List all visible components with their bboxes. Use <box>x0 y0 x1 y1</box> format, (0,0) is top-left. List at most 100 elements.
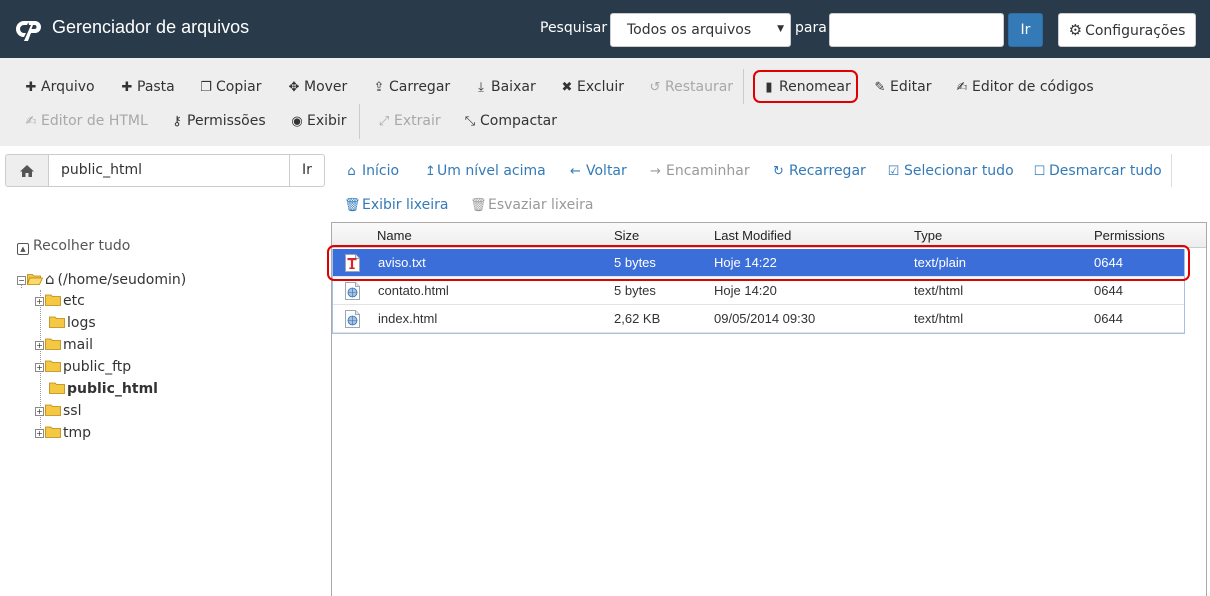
tree-root-label: (/home/seudomin) <box>57 272 187 288</box>
copy-button[interactable]: ❐ Copiar <box>199 77 261 97</box>
compress-icon: ⤡ <box>464 114 476 129</box>
tree-item-etc[interactable]: + etc <box>35 291 85 311</box>
code-editor-button[interactable]: ✍ Editor de códigos <box>955 77 1094 97</box>
view-trash-link[interactable]: 🗑Exibir lixeira <box>344 195 448 215</box>
folder-icon <box>45 404 61 416</box>
path-input[interactable]: public_html <box>48 154 290 187</box>
move-button[interactable]: ✥ Mover <box>287 77 348 97</box>
deselect-all-label: Desmarcar tudo <box>1049 163 1162 179</box>
expand-node-icon[interactable]: + <box>35 341 44 350</box>
column-header-name[interactable]: Name <box>377 228 412 243</box>
search-label: Pesquisar <box>540 20 608 36</box>
edit-icon: ✍ <box>956 80 968 95</box>
tree-item-label: tmp <box>63 425 92 441</box>
search-input[interactable] <box>829 13 1004 47</box>
download-icon: ⤓ <box>478 80 484 95</box>
search-go-button[interactable]: Ir <box>1008 13 1043 47</box>
upload-label: Carregar <box>389 79 451 95</box>
upload-icon: ⇪ <box>373 80 385 95</box>
upload-button[interactable]: ⇪ Carregar <box>372 77 451 97</box>
select-all-label: Selecionar tudo <box>904 163 1014 179</box>
plus-icon: ✚ <box>121 80 133 95</box>
search-scope-select[interactable]: Todos os arquivos ▼ <box>610 13 791 47</box>
expand-node-icon[interactable]: + <box>35 363 44 372</box>
select-all-link[interactable]: ☑ Selecionar tudo <box>886 161 1014 181</box>
extract-button[interactable]: ⤢ Extrair <box>377 111 441 131</box>
folder-open-icon <box>27 274 43 285</box>
edit-icon: ✍ <box>25 114 37 129</box>
column-header-modified[interactable]: Last Modified <box>714 228 791 243</box>
tree-item-label: logs <box>67 315 96 331</box>
nav-reload-label: Recarregar <box>789 163 866 179</box>
tree-item-tmp[interactable]: + tmp <box>35 423 91 443</box>
column-header-size[interactable]: Size <box>614 228 639 243</box>
new-folder-button[interactable]: ✚ Pasta <box>120 77 175 97</box>
download-button[interactable]: ⤓ Baixar <box>474 77 536 97</box>
tree-item-logs[interactable]: logs <box>49 313 96 333</box>
tree-item-label: public_ftp <box>63 359 132 375</box>
delete-label: Excluir <box>577 79 624 95</box>
app-title: Gerenciador de arquivos <box>52 17 250 37</box>
column-header-permissions[interactable]: Permissions <box>1094 228 1165 243</box>
new-file-button[interactable]: ✚ Arquivo <box>24 77 95 97</box>
pencil-icon: ✎ <box>874 80 886 95</box>
tree-item-mail[interactable]: + mail <box>35 335 93 355</box>
tree-item-public-html[interactable]: public_html <box>49 379 158 399</box>
expand-node-icon[interactable]: + <box>35 297 44 306</box>
view-trash-label: Exibir lixeira <box>362 197 449 213</box>
checkbox-checked-icon: ☑ <box>887 164 900 179</box>
collapse-icon: ▲ <box>17 243 29 255</box>
nav-home-label: Início <box>362 163 400 179</box>
nav-up-link[interactable]: ↥Um nível acima <box>425 161 546 181</box>
level-up-icon: ↥ <box>425 164 436 179</box>
refresh-icon: ↻ <box>773 164 784 179</box>
restore-label: Restaurar <box>665 79 734 95</box>
nav-up-label: Um nível acima <box>437 163 546 179</box>
nav-forward-link[interactable]: → Encaminhar <box>648 161 750 181</box>
permissions-button[interactable]: ⚷ Permissões <box>170 111 265 131</box>
tree-item-ssl[interactable]: + ssl <box>35 401 81 421</box>
key-icon: ⚷ <box>172 114 182 129</box>
download-label: Baixar <box>491 79 536 95</box>
delete-button[interactable]: ✖ Excluir <box>560 77 624 97</box>
new-file-label: Arquivo <box>41 79 95 95</box>
tree-item-public-ftp[interactable]: + public_ftp <box>35 357 131 377</box>
restore-button[interactable]: ↺ Restaurar <box>648 77 734 97</box>
empty-trash-link[interactable]: 🗑Esvaziar lixeira <box>470 195 594 215</box>
gear-icon: ⚙ <box>1068 21 1083 39</box>
tree-item-label: etc <box>63 293 85 309</box>
folder-icon <box>45 294 61 306</box>
tree-root[interactable]: − ⌂ (/home/seudomin) <box>17 269 186 289</box>
eye-icon: ◉ <box>291 114 303 129</box>
settings-button[interactable]: ⚙ Configurações <box>1058 13 1196 47</box>
trash-icon: 🗑 <box>470 198 487 213</box>
nav-back-label: Voltar <box>586 163 627 179</box>
top-header: Gerenciador de arquivos Pesquisar Todos … <box>0 0 1210 58</box>
rename-highlight <box>753 70 858 103</box>
expand-node-icon[interactable]: + <box>35 429 44 438</box>
folder-icon <box>45 338 61 350</box>
edit-button[interactable]: ✎ Editar <box>873 77 932 97</box>
arrow-right-icon: → <box>650 164 661 179</box>
path-home-button[interactable] <box>5 154 49 187</box>
collapse-node-icon[interactable]: − <box>17 276 26 285</box>
path-go-button[interactable]: Ir <box>289 154 325 187</box>
nav-back-link[interactable]: ← Voltar <box>568 161 627 181</box>
arrow-left-icon: ← <box>570 164 581 179</box>
deselect-all-link[interactable]: ☐ Desmarcar tudo <box>1033 161 1162 181</box>
compress-button[interactable]: ⤡ Compactar <box>463 111 557 131</box>
folder-icon <box>45 360 61 372</box>
column-header-type[interactable]: Type <box>914 228 942 243</box>
collapse-all-link[interactable]: ▲ Recolher tudo <box>17 238 130 255</box>
nav-reload-link[interactable]: ↻ Recarregar <box>771 161 866 181</box>
html-editor-button[interactable]: ✍ Editor de HTML <box>24 111 148 131</box>
toolbar-divider <box>743 69 744 104</box>
copy-icon: ❐ <box>200 80 212 95</box>
expand-node-icon[interactable]: + <box>35 407 44 416</box>
folder-icon <box>49 382 65 394</box>
home-icon: ⌂ <box>45 270 55 288</box>
html-editor-label: Editor de HTML <box>41 113 148 129</box>
nav-home-link[interactable]: ⌂ Início <box>344 161 399 181</box>
view-button[interactable]: ◉ Exibir <box>290 111 346 131</box>
checkbox-empty-icon: ☐ <box>1033 164 1046 179</box>
